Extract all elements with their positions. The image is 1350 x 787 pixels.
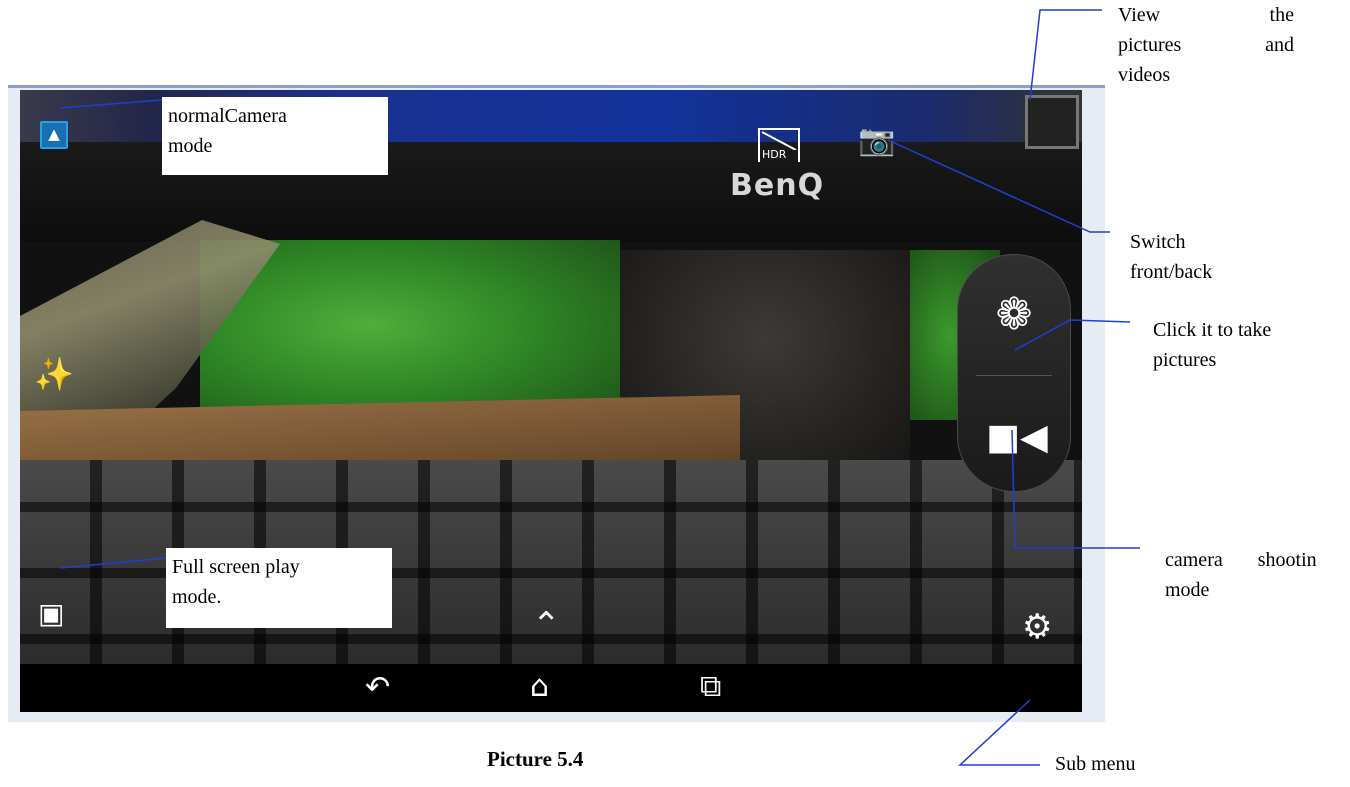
callout-line: Switch xyxy=(1130,231,1186,253)
callout-full-screen-mode: Full screen play mode. xyxy=(166,548,392,628)
callout-line: mode. xyxy=(172,586,222,608)
callout-line: Full screen play xyxy=(172,556,300,578)
callout-line: videos xyxy=(1118,64,1171,86)
callout-sub-menu: Sub menu xyxy=(1055,753,1136,775)
callout-line: pictures and xyxy=(1118,34,1294,56)
figure-caption: Picture 5.4 xyxy=(487,747,584,771)
callout-line: normalCamera xyxy=(168,105,287,127)
callout-line: Click it to take xyxy=(1153,319,1272,341)
callout-switch-front-back: Switch front/back xyxy=(1130,227,1290,287)
callout-line: camera shootin xyxy=(1165,549,1317,571)
callout-camera-shooting-mode: camera shootin mode xyxy=(1165,545,1350,605)
callout-normal-camera-mode: normalCamera mode xyxy=(162,97,388,175)
callout-line: pictures xyxy=(1153,349,1217,371)
callout-view-pictures: View the pictures and videos xyxy=(1118,0,1294,90)
callout-line: front/back xyxy=(1130,261,1213,283)
callout-line: mode xyxy=(168,135,213,157)
callout-take-pictures: Click it to take pictures xyxy=(1153,315,1343,375)
callout-line: mode xyxy=(1165,579,1210,601)
callout-line: View the xyxy=(1118,4,1294,26)
